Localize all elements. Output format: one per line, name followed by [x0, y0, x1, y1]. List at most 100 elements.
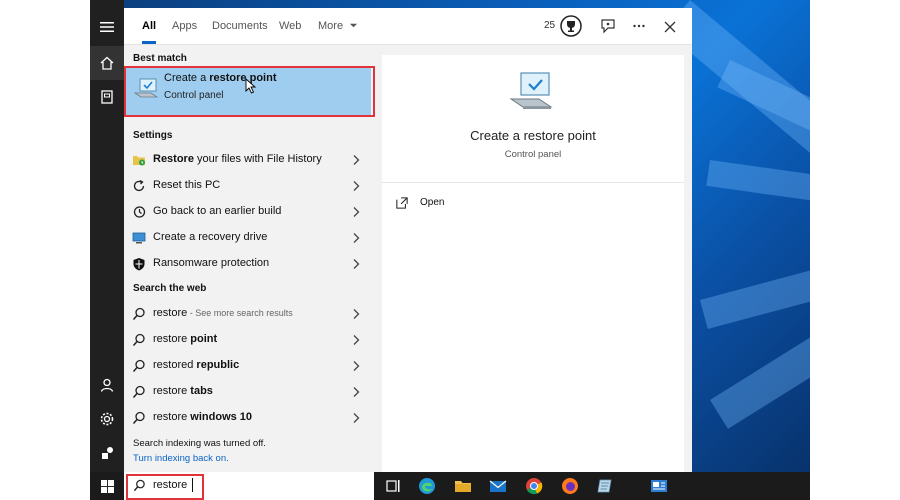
chevron-right-icon — [353, 155, 360, 165]
home-icon[interactable] — [90, 46, 124, 80]
web-result-bold: tabs — [190, 385, 213, 397]
search-icon — [132, 333, 146, 347]
web-result-label: restore point — [153, 333, 217, 345]
mail-icon[interactable] — [489, 477, 507, 495]
open-action[interactable]: Open — [396, 196, 496, 214]
settings-item-label: Reset this PC — [153, 179, 220, 191]
settings-item-ransomware[interactable]: Ransomware protection — [124, 251, 373, 277]
web-result-label: restore tabs — [153, 385, 213, 397]
settings-item-label-rest: Reset this PC — [153, 179, 221, 191]
search-icon — [132, 359, 146, 373]
web-result-label: restored republic — [153, 359, 239, 371]
settings-item-file-history[interactable]: Restore your files with File History — [124, 147, 373, 173]
web-result-item[interactable]: restore tabs — [124, 379, 373, 405]
close-icon[interactable] — [664, 20, 676, 33]
more-options-icon[interactable] — [632, 19, 646, 33]
start-nav-strip — [90, 0, 124, 472]
chevron-right-icon — [353, 335, 360, 345]
preview-subtitle: Control panel — [504, 149, 562, 160]
web-result-bold: republic — [196, 359, 240, 371]
section-search-web: Search the web — [133, 283, 207, 294]
tab-web[interactable]: Web — [279, 8, 301, 44]
chevron-right-icon — [353, 181, 360, 191]
web-result-item[interactable]: restore - See more search results — [124, 301, 373, 327]
tab-more-label: More — [318, 20, 344, 32]
wallpaper-light-beam — [700, 237, 810, 329]
chevron-right-icon — [353, 413, 360, 423]
search-tabs: All Apps Documents Web More 25 — [124, 8, 692, 45]
notepad-icon[interactable] — [596, 477, 614, 495]
settings-item-label: Restore your files with File History — [153, 153, 322, 165]
chevron-down-icon — [350, 23, 358, 28]
open-icon — [396, 197, 408, 209]
chevron-right-icon — [353, 361, 360, 371]
web-result-normal: restored — [153, 359, 197, 371]
system-restore-large-icon — [509, 71, 557, 115]
edge-browser-icon[interactable] — [418, 477, 436, 495]
settings-item-label-rest: Ransomware protection — [153, 257, 270, 269]
chrome-icon[interactable] — [525, 477, 543, 495]
chevron-right-icon — [353, 233, 360, 243]
recovery-drive-icon — [132, 231, 146, 245]
trophy-icon[interactable] — [560, 15, 582, 37]
search-icon — [132, 307, 146, 321]
news-widget-icon[interactable] — [650, 477, 668, 495]
section-best-match: Best match — [133, 53, 187, 64]
settings-gear-icon[interactable] — [90, 402, 124, 436]
web-result-bold: windows 10 — [190, 411, 253, 423]
settings-item-label-rest: your files with File History — [193, 153, 322, 165]
web-result-item[interactable]: restore point — [124, 327, 373, 353]
web-result-normal: restore — [153, 307, 188, 319]
history-icon — [132, 205, 146, 219]
web-result-normal: restore — [153, 333, 191, 345]
preview-title: Create a restore point — [470, 128, 596, 143]
callout-search-box — [126, 474, 204, 500]
settings-item-go-back[interactable]: Go back to an earlier build — [124, 199, 373, 225]
documents-icon[interactable] — [90, 80, 124, 114]
settings-item-label-rest: Create a recovery drive — [153, 231, 268, 243]
settings-item-label: Ransomware protection — [153, 257, 269, 269]
chevron-right-icon — [353, 259, 360, 269]
web-result-item[interactable]: restored republic — [124, 353, 373, 379]
settings-item-label-rest: Go back to an earlier build — [153, 205, 282, 217]
preview-pane: Create a restore point Control panel Ope… — [382, 55, 684, 472]
chevron-right-icon — [353, 387, 360, 397]
task-view-icon[interactable] — [384, 477, 402, 495]
settings-item-reset-pc[interactable]: Reset this PC — [124, 173, 373, 199]
callout-best-match — [124, 66, 375, 117]
rewards-points: 25 — [544, 20, 556, 31]
preview-divider — [382, 182, 684, 183]
indexing-link[interactable]: Turn indexing back on. — [133, 453, 229, 464]
wallpaper-light-beam — [706, 160, 810, 220]
settings-item-label-bold: Restore — [153, 153, 194, 165]
file-history-icon — [132, 153, 146, 167]
settings-item-label: Go back to an earlier build — [153, 205, 281, 217]
user-account-icon[interactable] — [90, 368, 124, 402]
tab-documents[interactable]: Documents — [212, 8, 268, 44]
web-result-hint: - See more search results — [187, 308, 293, 318]
search-icon — [132, 385, 146, 399]
web-result-item[interactable]: restore windows 10 — [124, 405, 373, 431]
tab-more[interactable]: More — [318, 8, 358, 44]
settings-item-recovery-drive[interactable]: Create a recovery drive — [124, 225, 373, 251]
windows-start-icon[interactable] — [90, 472, 124, 500]
indexing-message: Search indexing was turned off. — [133, 438, 266, 449]
web-result-bold: point — [190, 333, 218, 345]
reset-icon — [132, 179, 146, 193]
chevron-right-icon — [353, 207, 360, 217]
file-explorer-icon[interactable] — [454, 477, 472, 495]
web-result-label: restore windows 10 — [153, 411, 252, 423]
power-feedback-icon[interactable] — [90, 436, 124, 470]
web-result-label: restore - See more search results — [153, 307, 293, 319]
firefox-icon[interactable] — [561, 477, 579, 495]
section-settings: Settings — [133, 130, 173, 141]
web-result-normal: restore — [153, 385, 191, 397]
web-result-normal: restore — [153, 411, 191, 423]
tab-all[interactable]: All — [142, 8, 157, 44]
tab-apps[interactable]: Apps — [172, 8, 197, 44]
feedback-icon[interactable] — [600, 18, 616, 34]
open-action-label: Open — [420, 197, 445, 208]
chevron-right-icon — [353, 309, 360, 319]
hamburger-menu-icon[interactable] — [90, 10, 124, 44]
settings-item-label: Create a recovery drive — [153, 231, 267, 243]
